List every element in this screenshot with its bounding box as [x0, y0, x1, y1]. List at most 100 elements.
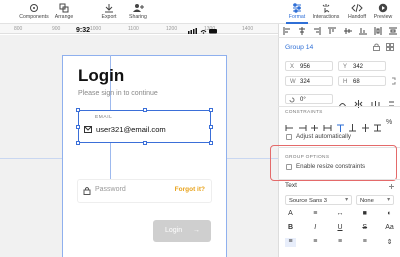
sharing-button[interactable]: Sharing — [118, 3, 158, 20]
add-text-style-icon[interactable] — [388, 183, 395, 190]
font-weight-value: None — [360, 197, 374, 204]
width-field[interactable]: W 324 — [285, 76, 333, 86]
percent-icon[interactable]: % — [386, 119, 395, 127]
email-value[interactable]: user321@email.com — [96, 125, 166, 134]
lock-icon[interactable] — [373, 43, 380, 51]
export-icon — [103, 3, 115, 13]
text-align-left-icon[interactable]: ≡ — [285, 238, 296, 247]
italic-icon[interactable]: I — [310, 224, 321, 233]
resize-handle[interactable] — [209, 125, 213, 129]
email-field-group[interactable]: EMAIL user321@email.com — [76, 108, 213, 145]
text-valign-icon[interactable]: ⇕ — [384, 238, 395, 247]
forgot-password-link[interactable]: Forgot it? — [175, 186, 205, 193]
login-title: Login — [78, 66, 125, 85]
divider — [278, 37, 400, 38]
letter-spacing-icon[interactable]: ↔ — [335, 210, 346, 219]
pin-top-icon[interactable] — [336, 119, 345, 132]
pin-left-icon[interactable] — [285, 119, 294, 131]
pin-center-horizontal-icon[interactable] — [310, 119, 319, 131]
arrange-button[interactable]: Arrange — [44, 3, 84, 20]
sharing-label: Sharing — [129, 14, 147, 20]
align-bottom-icon[interactable] — [358, 27, 367, 35]
preview-label: Preview — [373, 14, 393, 20]
distribute-horizontal-icon[interactable] — [374, 27, 382, 35]
font-weight-select[interactable]: None ▾ — [356, 195, 394, 205]
divider — [278, 179, 400, 180]
login-button[interactable]: Login → — [153, 220, 211, 242]
adjust-automatically-label: Adjust automatically — [296, 133, 352, 140]
w-value: 324 — [300, 78, 311, 85]
resize-handle[interactable] — [76, 108, 80, 112]
chevron-down-icon: ▾ — [387, 197, 390, 203]
text-align-right-icon[interactable]: ≡ — [335, 238, 346, 247]
align-right-icon[interactable] — [313, 27, 321, 35]
mirror-icon[interactable] — [371, 95, 380, 107]
adjust-automatically-checkbox[interactable] — [286, 134, 292, 140]
link-proportions-icon[interactable] — [390, 77, 397, 85]
y-value: 342 — [353, 63, 364, 70]
enable-resize-constraints-checkbox[interactable] — [286, 164, 292, 170]
text-size-icon[interactable]: A — [285, 210, 296, 219]
ruler-tick: 1200 — [166, 26, 178, 32]
export-label: Export — [101, 14, 117, 20]
underline-icon[interactable]: U — [335, 224, 346, 233]
pin-bottom-icon[interactable] — [348, 119, 357, 132]
format-icon — [291, 3, 303, 13]
ruler-tick: 900 — [52, 26, 61, 32]
distribute-vertical-icon[interactable] — [388, 27, 397, 35]
resize-handle[interactable] — [76, 125, 80, 129]
text-opacity-icon[interactable]: ◐ — [384, 210, 395, 219]
fixed-height-icon[interactable] — [373, 119, 382, 132]
resize-handle[interactable] — [76, 141, 80, 145]
text-align-controls: ≡ ≡ ≡ ≡ ⇕ — [285, 238, 395, 248]
x-position-field[interactable]: X 956 — [285, 61, 333, 71]
resize-handle[interactable] — [209, 108, 213, 112]
components-icon — [28, 3, 40, 13]
pin-right-icon[interactable] — [298, 119, 307, 131]
grid-icon[interactable] — [386, 43, 394, 51]
text-align-justify-icon[interactable]: ≡ — [359, 238, 370, 247]
text-case-icon[interactable]: Aa — [384, 224, 395, 233]
text-color-icon[interactable]: ■ — [359, 210, 370, 219]
constraints-toolbar: % — [285, 119, 395, 132]
line-height-icon[interactable]: ≡ — [310, 210, 321, 219]
y-position-field[interactable]: Y 342 — [338, 61, 386, 71]
height-field[interactable]: H 68 — [338, 76, 386, 86]
ruler-tick: 1100 — [128, 26, 139, 32]
layer-name[interactable]: Group 14 — [285, 44, 313, 51]
password-placeholder: Password — [95, 186, 126, 193]
resize-handle[interactable] — [143, 141, 147, 145]
fixed-width-icon[interactable] — [323, 119, 332, 131]
flip-vertical-icon[interactable] — [354, 95, 363, 108]
x-label: X — [290, 63, 295, 70]
align-top-icon[interactable] — [328, 27, 337, 35]
preview-icon — [377, 3, 389, 13]
password-field[interactable]: Password Forgot it? — [78, 180, 211, 202]
align-left-icon[interactable] — [283, 27, 291, 35]
resize-handle[interactable] — [143, 108, 147, 112]
resize-handle[interactable] — [209, 141, 213, 145]
handoff-icon — [351, 3, 363, 13]
flip-horizontal-icon[interactable] — [338, 95, 347, 108]
rotation-field[interactable]: 0° — [285, 94, 333, 104]
rotate-icon — [289, 97, 295, 103]
ruler-tick: 1000 — [90, 26, 102, 32]
font-family-select[interactable]: Source Sans 3 ▾ — [285, 195, 352, 205]
align-center-icon[interactable] — [298, 27, 306, 35]
text-align-center-icon[interactable]: ≡ — [310, 238, 321, 247]
email-label: EMAIL — [95, 115, 113, 120]
align-middle-icon[interactable] — [343, 27, 352, 35]
inspector-panel — [278, 24, 400, 257]
preview-tab[interactable]: Preview — [363, 3, 400, 20]
design-canvas[interactable] — [0, 35, 278, 257]
strikethrough-icon[interactable]: S — [359, 224, 370, 233]
bold-icon[interactable]: B — [285, 224, 296, 233]
login-button-label: Login — [165, 227, 183, 234]
ruler-tick: 800 — [14, 26, 23, 32]
text-size-controls: A ≡ ↔ ■ ◐ — [285, 210, 395, 220]
x-value: 956 — [300, 63, 311, 70]
horizontal-ruler: 800 900 1000 1100 1200 1300 1400 — [0, 24, 278, 34]
rotate-clockwise-icon[interactable] — [387, 95, 396, 107]
pin-center-vertical-icon[interactable] — [361, 119, 370, 132]
chevron-down-icon: ▾ — [345, 197, 348, 203]
